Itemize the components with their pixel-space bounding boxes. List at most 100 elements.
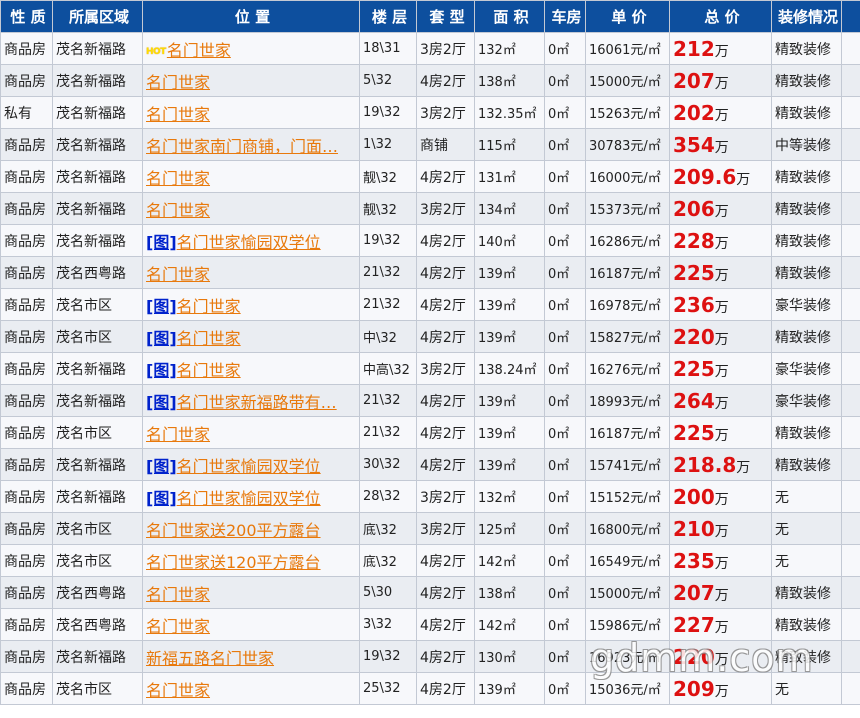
- price-unit: 万: [714, 363, 729, 380]
- table-row[interactable]: 商品房 茂名新福路 [图]名门世家愉园双学位 28\32 3房2厅 132㎡ 0㎡ 15152…: [0, 480, 860, 513]
- cell-total-price: 206万: [669, 192, 772, 225]
- cell-nature: 商品房: [0, 224, 53, 257]
- table-row[interactable]: 商品房 茂名市区 名门世家送120平方露台 底\32 4房2厅 142㎡ 0㎡ 16549元/…: [0, 544, 860, 577]
- cell-nature: 商品房: [0, 160, 53, 193]
- total-price-value: 264: [673, 388, 715, 413]
- cell-unit-price: 18993元/㎡: [585, 384, 670, 417]
- cell-nature: 商品房: [0, 416, 53, 449]
- cell-decoration: 精致装修: [771, 448, 842, 481]
- table-row[interactable]: 商品房 茂名新福路 [图]名门世家 中高\32 3房2厅 138.24㎡ 0㎡ 16276元/…: [0, 352, 860, 385]
- cell-layout: 3房2厅: [416, 192, 475, 225]
- listing-title-link[interactable]: 名门世家: [146, 681, 210, 700]
- price-unit: 万: [736, 459, 751, 476]
- table-row[interactable]: 私有 茂名新福路 名门世家 19\32 3房2厅 132.35㎡ 0㎡ 15263元/㎡ 202…: [0, 96, 860, 129]
- listing-title-link[interactable]: 名门世家: [146, 201, 210, 220]
- cell-location: 名门世家: [142, 192, 360, 225]
- cell-location: [图]名门世家: [142, 352, 360, 385]
- photo-indicator-icon[interactable]: [图]: [146, 393, 177, 412]
- cell-extra: [841, 448, 860, 481]
- cell-size: 142㎡: [474, 544, 545, 577]
- listing-title-link[interactable]: 名门世家新福路带有…: [177, 393, 337, 412]
- table-row[interactable]: 商品房 茂名新福路 [图]名门世家愉园双学位 19\32 4房2厅 140㎡ 0㎡ 16286…: [0, 224, 860, 257]
- cell-nature: 商品房: [0, 544, 53, 577]
- header-total-price: 总 价: [669, 0, 772, 33]
- photo-indicator-icon[interactable]: [图]: [146, 457, 177, 476]
- listing-title-link[interactable]: 名门世家愉园双学位: [177, 489, 321, 508]
- table-row[interactable]: 商品房 茂名西粤路 名门世家 5\30 4房2厅 138㎡ 0㎡ 15000元/㎡ 207万 精致…: [0, 576, 860, 609]
- listing-title-link[interactable]: 名门世家送200平方露台: [146, 521, 321, 540]
- table-row[interactable]: 商品房 茂名新福路 HOT名门世家 18\31 3房2厅 132㎡ 0㎡ 16061元/㎡ 21…: [0, 32, 860, 65]
- price-unit: 万: [714, 555, 729, 572]
- cell-garage: 0㎡: [544, 608, 586, 641]
- listing-title-link[interactable]: 名门世家: [146, 617, 210, 636]
- photo-indicator-icon[interactable]: [图]: [146, 297, 177, 316]
- cell-extra: [841, 480, 860, 513]
- cell-layout: 3房2厅: [416, 480, 475, 513]
- table-row[interactable]: 商品房 茂名市区 名门世家送200平方露台 底\32 3房2厅 125㎡ 0㎡ 16800元/…: [0, 512, 860, 545]
- cell-location: 名门世家送120平方露台: [142, 544, 360, 577]
- listing-title-link[interactable]: 名门世家: [146, 585, 210, 604]
- photo-indicator-icon[interactable]: [图]: [146, 489, 177, 508]
- cell-area: 茂名新福路: [52, 64, 143, 97]
- cell-size: 131㎡: [474, 160, 545, 193]
- cell-decoration: 精致装修: [771, 256, 842, 289]
- photo-indicator-icon[interactable]: [图]: [146, 233, 177, 252]
- listing-title-link[interactable]: 名门世家: [177, 297, 241, 316]
- cell-floor: 25\32: [359, 672, 417, 705]
- cell-total-price: 200万: [669, 480, 772, 513]
- cell-layout: 4房2厅: [416, 672, 475, 705]
- header-size: 面 积: [474, 0, 545, 33]
- table-row[interactable]: 商品房 茂名新福路 名门世家南门商铺，门面… 1\32 商铺 115㎡ 0㎡ 30783元/㎡…: [0, 128, 860, 161]
- cell-extra: [841, 256, 860, 289]
- cell-floor: 18\31: [359, 32, 417, 65]
- listing-title-link[interactable]: 名门世家: [146, 169, 210, 188]
- table-row[interactable]: 商品房 茂名新福路 [图]名门世家新福路带有… 21\32 4房2厅 139㎡ 0㎡ 1899…: [0, 384, 860, 417]
- cell-garage: 0㎡: [544, 64, 586, 97]
- cell-extra: [841, 544, 860, 577]
- cell-size: 132.35㎡: [474, 96, 545, 129]
- listing-title-link[interactable]: 名门世家: [177, 361, 241, 380]
- listing-title-link[interactable]: 名门世家: [146, 73, 210, 92]
- table-row[interactable]: 商品房 茂名新福路 名门世家 5\32 4房2厅 138㎡ 0㎡ 15000元/㎡ 207万 精致…: [0, 64, 860, 97]
- cell-layout: 4房2厅: [416, 224, 475, 257]
- listing-title-link[interactable]: 名门世家愉园双学位: [177, 457, 321, 476]
- cell-garage: 0㎡: [544, 96, 586, 129]
- listing-title-link[interactable]: 名门世家: [177, 329, 241, 348]
- cell-location: 名门世家: [142, 96, 360, 129]
- listing-title-link[interactable]: 名门世家: [146, 105, 210, 124]
- cell-nature: 商品房: [0, 352, 53, 385]
- cell-garage: 0㎡: [544, 288, 586, 321]
- cell-garage: 0㎡: [544, 512, 586, 545]
- cell-area: 茂名市区: [52, 544, 143, 577]
- cell-extra: [841, 288, 860, 321]
- table-row[interactable]: 商品房 茂名市区 名门世家 21\32 4房2厅 139㎡ 0㎡ 16187元/㎡ 225万 精致…: [0, 416, 860, 449]
- cell-unit-price: 16187元/㎡: [585, 416, 670, 449]
- table-row[interactable]: 商品房 茂名市区 [图]名门世家 中\32 4房2厅 139㎡ 0㎡ 15827元/㎡ 220万…: [0, 320, 860, 353]
- table-row[interactable]: 商品房 茂名新福路 名门世家 靓\32 3房2厅 134㎡ 0㎡ 15373元/㎡ 206万 精致…: [0, 192, 860, 225]
- table-row[interactable]: 商品房 茂名西粤路 名门世家 21\32 4房2厅 139㎡ 0㎡ 16187元/㎡ 225万精…: [0, 256, 860, 289]
- cell-garage: 0㎡: [544, 640, 586, 673]
- table-row[interactable]: 商品房 茂名新福路 名门世家 靓\32 4房2厅 131㎡ 0㎡ 16000元/㎡ 209.6万…: [0, 160, 860, 193]
- photo-indicator-icon[interactable]: [图]: [146, 329, 177, 348]
- listing-title-link[interactable]: 名门世家: [167, 41, 231, 60]
- cell-size: 134㎡: [474, 192, 545, 225]
- listing-title-link[interactable]: 新福五路名门世家: [146, 649, 274, 668]
- cell-location: 名门世家: [142, 256, 360, 289]
- photo-indicator-icon[interactable]: [图]: [146, 361, 177, 380]
- cell-area: 茂名市区: [52, 512, 143, 545]
- cell-location: 名门世家: [142, 576, 360, 609]
- cell-size: 138.24㎡: [474, 352, 545, 385]
- table-row[interactable]: 商品房 茂名新福路 [图]名门世家愉园双学位 30\32 4房2厅 139㎡ 0㎡ 15741…: [0, 448, 860, 481]
- cell-floor: 21\32: [359, 384, 417, 417]
- listing-title-link[interactable]: 名门世家南门商铺，门面…: [146, 137, 338, 156]
- cell-decoration: 无: [771, 512, 842, 545]
- table-row[interactable]: 商品房 茂名市区 [图]名门世家 21\32 4房2厅 139㎡ 0㎡ 16978元/㎡ 236…: [0, 288, 860, 321]
- listing-title-link[interactable]: 名门世家送120平方露台: [146, 553, 321, 572]
- listing-title-link[interactable]: 名门世家愉园双学位: [177, 233, 321, 252]
- cell-total-price: 212万: [669, 32, 772, 65]
- header-garage: 车房: [544, 0, 586, 33]
- cell-location: [图]名门世家新福路带有…: [142, 384, 360, 417]
- total-price-value: 228: [673, 228, 715, 253]
- listing-title-link[interactable]: 名门世家: [146, 265, 210, 284]
- listing-title-link[interactable]: 名门世家: [146, 425, 210, 444]
